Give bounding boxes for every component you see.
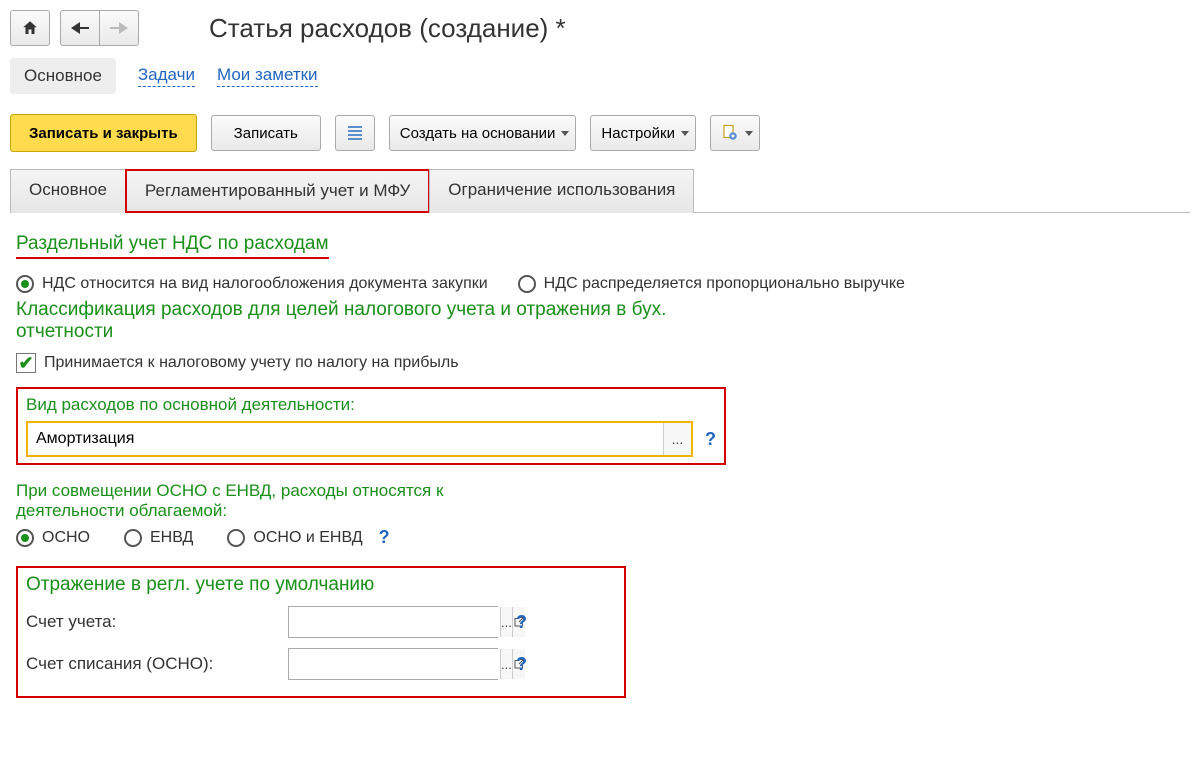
account1-input[interactable]: [289, 607, 500, 637]
osno-opt-3[interactable]: ОСНО и ЕНВД: [227, 529, 362, 547]
osno-opt-2[interactable]: ЕНВД: [124, 529, 193, 547]
expense-type-help[interactable]: ?: [705, 429, 716, 450]
list-button[interactable]: [335, 115, 375, 151]
vat-option-2-label: НДС распределяется пропорционально выруч…: [544, 275, 905, 293]
radio-icon: [124, 529, 142, 547]
create-based-button[interactable]: Создать на основании: [389, 115, 577, 151]
account2-label: Счет списания (ОСНО):: [26, 654, 276, 674]
home-button[interactable]: [10, 10, 50, 46]
check-icon: ✔: [16, 353, 36, 373]
account1-picker[interactable]: ...: [500, 607, 512, 637]
vat-section-title: Раздельный учет НДС по расходам: [16, 233, 329, 259]
account2-picker[interactable]: ...: [500, 649, 512, 679]
nav-notes[interactable]: Мои заметки: [217, 65, 318, 87]
expense-type-label: Вид расходов по основной деятельности:: [26, 395, 716, 415]
caret-icon: [745, 131, 753, 136]
account2-help[interactable]: ?: [516, 654, 527, 675]
save-button[interactable]: Записать: [211, 115, 321, 151]
osno-help[interactable]: ?: [379, 527, 390, 548]
expense-type-input[interactable]: [28, 423, 663, 455]
vat-option-2[interactable]: НДС распределяется пропорционально выруч…: [518, 275, 905, 293]
osno-opt-2-label: ЕНВД: [150, 529, 193, 547]
document-gear-icon: [721, 124, 739, 142]
osno-label: При совмещении ОСНО с ЕНВД, расходы отно…: [16, 481, 536, 521]
expense-type-picker[interactable]: ...: [663, 423, 691, 455]
list-icon: [348, 126, 362, 140]
classification-title: Классификация расходов для целей налогов…: [16, 299, 676, 343]
page-title: Статья расходов (создание) *: [209, 13, 566, 44]
document-action-button[interactable]: [710, 115, 760, 151]
tab-main[interactable]: Основное: [10, 169, 126, 213]
settings-button[interactable]: Настройки: [590, 115, 696, 151]
forward-button[interactable]: [99, 10, 139, 46]
caret-icon: [681, 131, 689, 136]
nav-tasks[interactable]: Задачи: [138, 65, 195, 87]
radio-icon: [16, 529, 34, 547]
osno-opt-1-label: ОСНО: [42, 529, 90, 547]
accounts-title: Отражение в регл. учете по умолчанию: [26, 574, 616, 596]
vat-option-1-label: НДС относится на вид налогообложения док…: [42, 275, 488, 293]
account2-input[interactable]: [289, 649, 500, 679]
tab-reg[interactable]: Регламентированный учет и МФУ: [125, 169, 430, 213]
vat-option-1[interactable]: НДС относится на вид налогообложения док…: [16, 275, 488, 293]
radio-icon: [518, 275, 536, 293]
account1-help[interactable]: ?: [516, 612, 527, 633]
radio-icon: [227, 529, 245, 547]
settings-label: Настройки: [601, 125, 675, 142]
radio-icon: [16, 275, 34, 293]
tab-restrict[interactable]: Ограничение использования: [429, 169, 694, 213]
osno-opt-3-label: ОСНО и ЕНВД: [253, 529, 362, 547]
osno-opt-1[interactable]: ОСНО: [16, 529, 90, 547]
create-based-label: Создать на основании: [400, 125, 556, 142]
tax-accepted-label: Принимается к налоговому учету по налогу…: [44, 354, 459, 372]
caret-icon: [561, 131, 569, 136]
save-close-button[interactable]: Записать и закрыть: [10, 114, 197, 152]
tax-accepted-checkbox[interactable]: ✔ Принимается к налоговому учету по нало…: [16, 353, 459, 373]
account1-label: Счет учета:: [26, 612, 276, 632]
back-button[interactable]: [60, 10, 100, 46]
nav-main[interactable]: Основное: [10, 58, 116, 94]
